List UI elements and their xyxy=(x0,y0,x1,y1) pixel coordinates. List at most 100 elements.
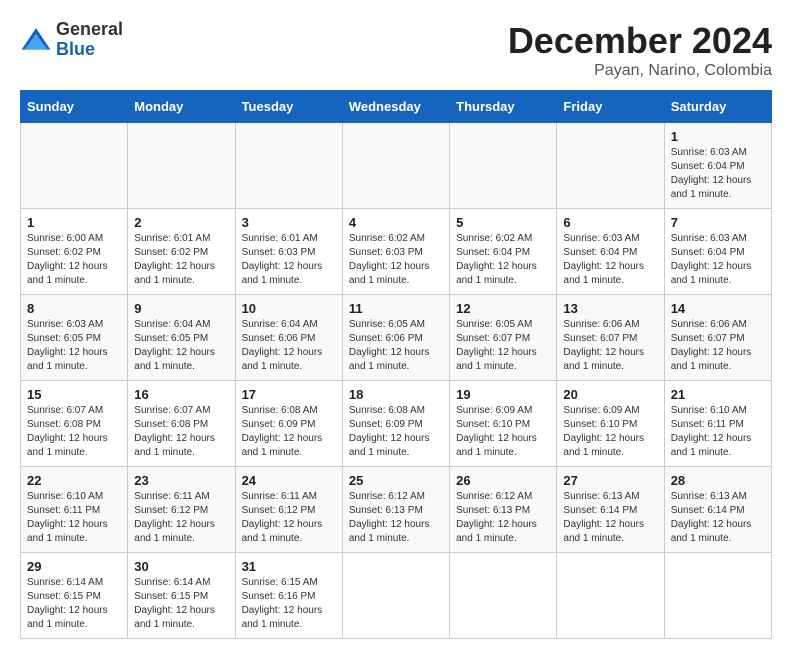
day-info: Sunrise: 6:06 AM Sunset: 6:07 PM Dayligh… xyxy=(671,318,765,374)
daylight-label: Daylight: 12 hours and 1 minute. xyxy=(349,433,430,458)
sunrise-label: Sunrise: 6:14 AM xyxy=(134,577,210,588)
title-area: December 2024 Payan, Narino, Colombia xyxy=(508,20,772,80)
sunset-label: Sunset: 6:06 PM xyxy=(349,333,423,344)
calendar-cell: 14 Sunrise: 6:06 AM Sunset: 6:07 PM Dayl… xyxy=(664,295,771,381)
sunrise-label: Sunrise: 6:05 AM xyxy=(349,319,425,330)
sunrise-label: Sunrise: 6:03 AM xyxy=(671,233,747,244)
daylight-label: Daylight: 12 hours and 1 minute. xyxy=(349,261,430,286)
calendar-cell xyxy=(342,553,449,639)
sunrise-label: Sunrise: 6:10 AM xyxy=(671,405,747,416)
sunset-label: Sunset: 6:10 PM xyxy=(563,419,637,430)
sunset-label: Sunset: 6:05 PM xyxy=(27,333,101,344)
day-number: 10 xyxy=(242,301,336,316)
sunset-label: Sunset: 6:09 PM xyxy=(242,419,316,430)
weekday-header: Sunday xyxy=(21,91,128,123)
calendar-table: SundayMondayTuesdayWednesdayThursdayFrid… xyxy=(20,90,772,639)
daylight-label: Daylight: 12 hours and 1 minute. xyxy=(456,347,537,372)
sunrise-label: Sunrise: 6:15 AM xyxy=(242,577,318,588)
day-info: Sunrise: 6:03 AM Sunset: 6:04 PM Dayligh… xyxy=(563,232,657,288)
day-info: Sunrise: 6:03 AM Sunset: 6:04 PM Dayligh… xyxy=(671,146,765,202)
daylight-label: Daylight: 12 hours and 1 minute. xyxy=(671,347,752,372)
daylight-label: Daylight: 12 hours and 1 minute. xyxy=(349,519,430,544)
day-info: Sunrise: 6:12 AM Sunset: 6:13 PM Dayligh… xyxy=(456,490,550,546)
subtitle: Payan, Narino, Colombia xyxy=(508,62,772,80)
sunrise-label: Sunrise: 6:07 AM xyxy=(27,405,103,416)
calendar-week-row: 8 Sunrise: 6:03 AM Sunset: 6:05 PM Dayli… xyxy=(21,295,772,381)
calendar-week-row: 29 Sunrise: 6:14 AM Sunset: 6:15 PM Dayl… xyxy=(21,553,772,639)
daylight-label: Daylight: 12 hours and 1 minute. xyxy=(242,433,323,458)
day-number: 21 xyxy=(671,387,765,402)
day-number: 27 xyxy=(563,473,657,488)
sunrise-label: Sunrise: 6:08 AM xyxy=(349,405,425,416)
daylight-label: Daylight: 12 hours and 1 minute. xyxy=(671,261,752,286)
day-number: 5 xyxy=(456,215,550,230)
day-number: 14 xyxy=(671,301,765,316)
day-number: 26 xyxy=(456,473,550,488)
calendar-header-row: SundayMondayTuesdayWednesdayThursdayFrid… xyxy=(21,91,772,123)
calendar-cell: 23 Sunrise: 6:11 AM Sunset: 6:12 PM Dayl… xyxy=(128,467,235,553)
sunrise-label: Sunrise: 6:12 AM xyxy=(349,491,425,502)
daylight-label: Daylight: 12 hours and 1 minute. xyxy=(242,605,323,630)
day-info: Sunrise: 6:13 AM Sunset: 6:14 PM Dayligh… xyxy=(671,490,765,546)
sunrise-label: Sunrise: 6:03 AM xyxy=(27,319,103,330)
daylight-label: Daylight: 12 hours and 1 minute. xyxy=(134,433,215,458)
logo-icon xyxy=(20,24,52,56)
daylight-label: Daylight: 12 hours and 1 minute. xyxy=(27,605,108,630)
day-info: Sunrise: 6:02 AM Sunset: 6:04 PM Dayligh… xyxy=(456,232,550,288)
calendar-cell: 25 Sunrise: 6:12 AM Sunset: 6:13 PM Dayl… xyxy=(342,467,449,553)
sunset-label: Sunset: 6:04 PM xyxy=(671,247,745,258)
calendar-cell: 1 Sunrise: 6:03 AM Sunset: 6:04 PM Dayli… xyxy=(664,123,771,209)
calendar-cell: 12 Sunrise: 6:05 AM Sunset: 6:07 PM Dayl… xyxy=(450,295,557,381)
sunrise-label: Sunrise: 6:01 AM xyxy=(134,233,210,244)
day-info: Sunrise: 6:03 AM Sunset: 6:04 PM Dayligh… xyxy=(671,232,765,288)
calendar-cell xyxy=(450,553,557,639)
sunrise-label: Sunrise: 6:13 AM xyxy=(563,491,639,502)
sunrise-label: Sunrise: 6:05 AM xyxy=(456,319,532,330)
sunset-label: Sunset: 6:12 PM xyxy=(134,505,208,516)
calendar-cell: 4 Sunrise: 6:02 AM Sunset: 6:03 PM Dayli… xyxy=(342,209,449,295)
sunrise-label: Sunrise: 6:09 AM xyxy=(563,405,639,416)
sunset-label: Sunset: 6:14 PM xyxy=(563,505,637,516)
calendar-cell xyxy=(557,553,664,639)
sunrise-label: Sunrise: 6:02 AM xyxy=(456,233,532,244)
sunrise-label: Sunrise: 6:09 AM xyxy=(456,405,532,416)
calendar-cell: 10 Sunrise: 6:04 AM Sunset: 6:06 PM Dayl… xyxy=(235,295,342,381)
sunset-label: Sunset: 6:05 PM xyxy=(134,333,208,344)
sunset-label: Sunset: 6:04 PM xyxy=(671,161,745,172)
day-info: Sunrise: 6:08 AM Sunset: 6:09 PM Dayligh… xyxy=(242,404,336,460)
day-number: 24 xyxy=(242,473,336,488)
sunrise-label: Sunrise: 6:00 AM xyxy=(27,233,103,244)
daylight-label: Daylight: 12 hours and 1 minute. xyxy=(134,605,215,630)
daylight-label: Daylight: 12 hours and 1 minute. xyxy=(242,519,323,544)
sunset-label: Sunset: 6:07 PM xyxy=(456,333,530,344)
sunset-label: Sunset: 6:13 PM xyxy=(349,505,423,516)
calendar-cell: 28 Sunrise: 6:13 AM Sunset: 6:14 PM Dayl… xyxy=(664,467,771,553)
sunrise-label: Sunrise: 6:03 AM xyxy=(671,147,747,158)
calendar-cell xyxy=(128,123,235,209)
day-number: 22 xyxy=(27,473,121,488)
daylight-label: Daylight: 12 hours and 1 minute. xyxy=(456,433,537,458)
daylight-label: Daylight: 12 hours and 1 minute. xyxy=(27,519,108,544)
day-info: Sunrise: 6:10 AM Sunset: 6:11 PM Dayligh… xyxy=(671,404,765,460)
day-number: 29 xyxy=(27,559,121,574)
weekday-header: Thursday xyxy=(450,91,557,123)
calendar-cell: 20 Sunrise: 6:09 AM Sunset: 6:10 PM Dayl… xyxy=(557,381,664,467)
day-info: Sunrise: 6:05 AM Sunset: 6:06 PM Dayligh… xyxy=(349,318,443,374)
daylight-label: Daylight: 12 hours and 1 minute. xyxy=(27,433,108,458)
calendar-week-row: 1 Sunrise: 6:03 AM Sunset: 6:04 PM Dayli… xyxy=(21,123,772,209)
day-number: 7 xyxy=(671,215,765,230)
logo: General Blue xyxy=(20,20,123,60)
day-info: Sunrise: 6:09 AM Sunset: 6:10 PM Dayligh… xyxy=(563,404,657,460)
day-info: Sunrise: 6:13 AM Sunset: 6:14 PM Dayligh… xyxy=(563,490,657,546)
sunrise-label: Sunrise: 6:03 AM xyxy=(563,233,639,244)
calendar-cell: 16 Sunrise: 6:07 AM Sunset: 6:08 PM Dayl… xyxy=(128,381,235,467)
daylight-label: Daylight: 12 hours and 1 minute. xyxy=(456,261,537,286)
calendar-cell: 21 Sunrise: 6:10 AM Sunset: 6:11 PM Dayl… xyxy=(664,381,771,467)
day-number: 17 xyxy=(242,387,336,402)
day-number: 18 xyxy=(349,387,443,402)
day-number: 1 xyxy=(671,129,765,144)
day-number: 15 xyxy=(27,387,121,402)
calendar-cell: 8 Sunrise: 6:03 AM Sunset: 6:05 PM Dayli… xyxy=(21,295,128,381)
day-number: 16 xyxy=(134,387,228,402)
calendar-cell: 27 Sunrise: 6:13 AM Sunset: 6:14 PM Dayl… xyxy=(557,467,664,553)
